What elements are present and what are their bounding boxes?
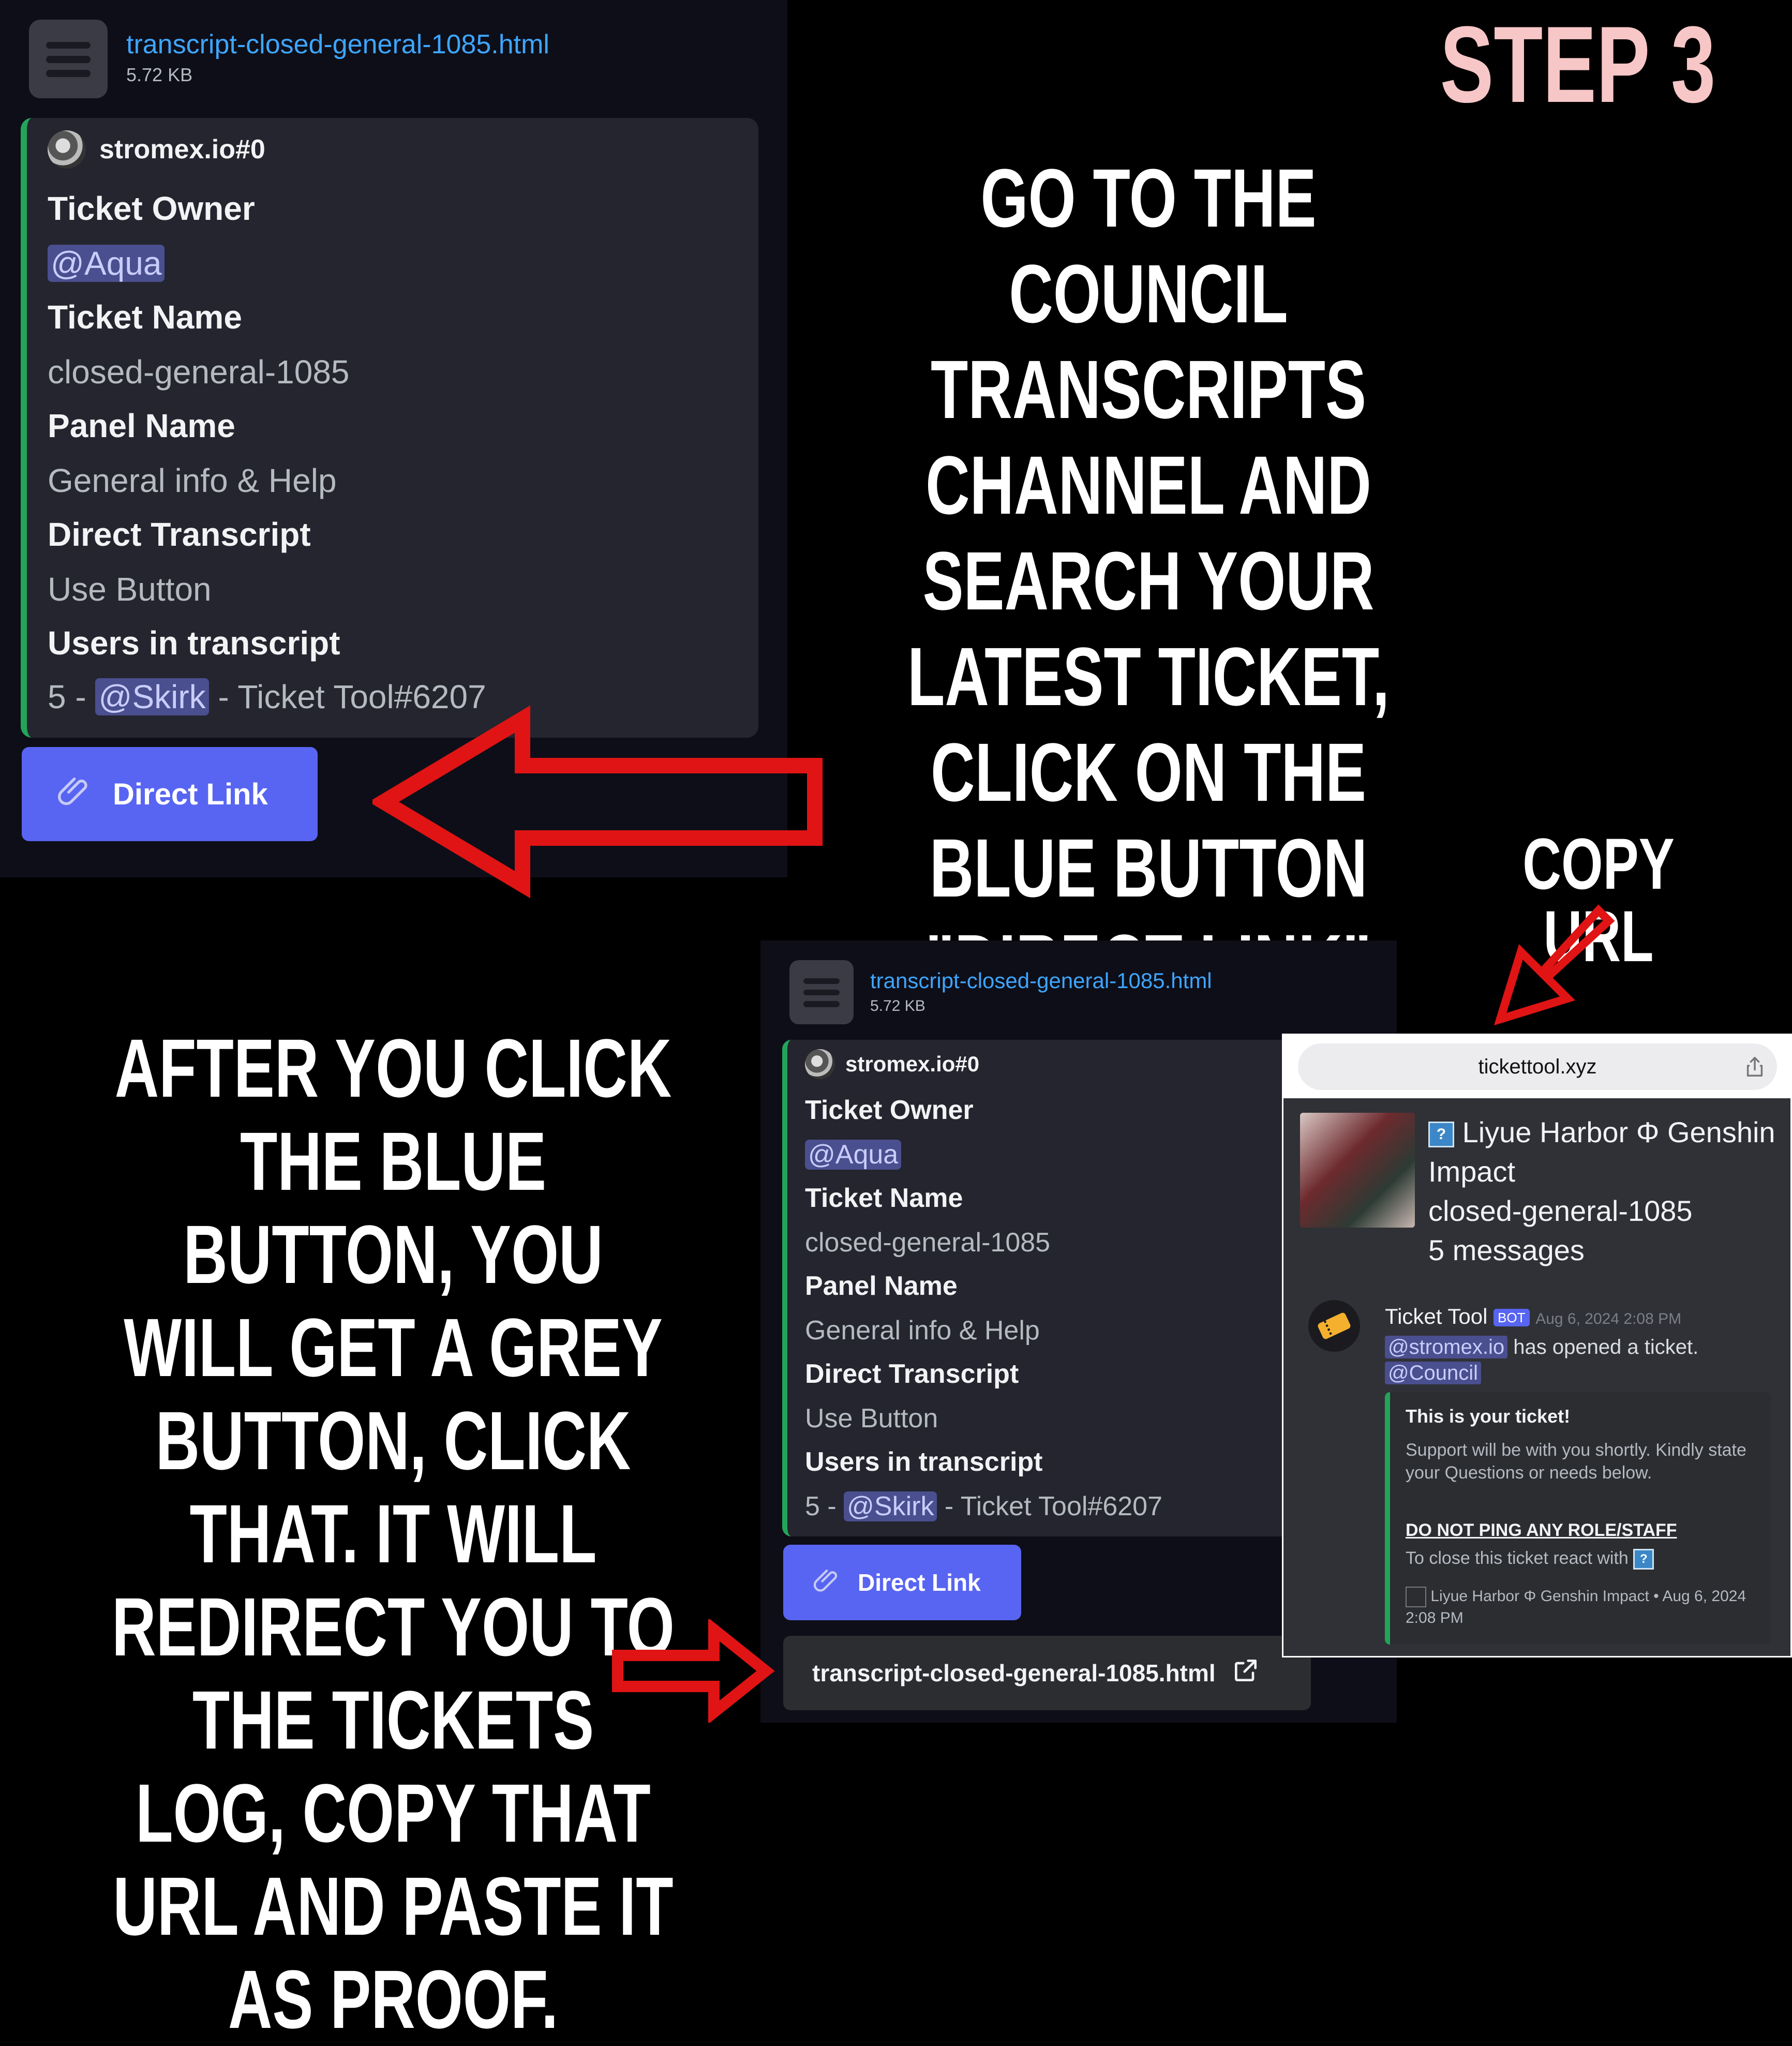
browser-window: tickettool.xyz ? Liyue Harbor Φ Genshin … [1282, 1034, 1792, 1657]
direct-link-label: Direct Link [113, 777, 268, 811]
author-name: stromex.io#0 [99, 135, 265, 165]
direct-link-label-2: Direct Link [858, 1569, 981, 1596]
attachment-file-size: 5.72 KB [126, 64, 193, 85]
mention-skirk[interactable]: @Skirk [844, 1491, 937, 1521]
mention-aqua[interactable]: @Aqua [805, 1140, 902, 1170]
paperclip-icon [811, 1563, 844, 1602]
share-icon[interactable] [1743, 1055, 1767, 1081]
mention-stromex[interactable]: @stromex.io [1385, 1336, 1508, 1358]
field-value-users-2: 5 - @Skirk - Ticket Tool#6207 [805, 1491, 1163, 1521]
author-avatar [48, 130, 86, 169]
field-name-ticket-name-2: Ticket Name [805, 1183, 963, 1213]
step-title: STEP 3 [1440, 4, 1716, 125]
url-field[interactable]: tickettool.xyz [1298, 1043, 1777, 1090]
embed-warning: DO NOT PING ANY ROLE/STAFF [1406, 1520, 1677, 1540]
field-name-direct-transcript: Direct Transcript [48, 516, 311, 553]
transcript-embed: stromex.io#0 Ticket Owner @Aqua Ticket N… [21, 118, 758, 738]
field-value-ticket-name: closed-general-1085 [48, 353, 350, 391]
attachment-file-name-2[interactable]: transcript-closed-general-1085.html [870, 968, 1212, 993]
question-square-icon: ? [1428, 1122, 1454, 1148]
bot-message-header: Ticket Tool BOT Aug 6, 2024 2:08 PM [1385, 1304, 1681, 1329]
arrow-right-icon [612, 1619, 775, 1723]
footer-text: Liyue Harbor Φ Genshin Impact • Aug 6, 2… [1406, 1588, 1746, 1627]
mention-aqua[interactable]: @Aqua [48, 245, 165, 282]
mention-council[interactable]: @Council [1385, 1362, 1482, 1384]
browser-address-bar: tickettool.xyz [1283, 1035, 1790, 1098]
field-name-panel-name-2: Panel Name [805, 1271, 958, 1301]
field-name-ticket-owner-2: Ticket Owner [805, 1095, 974, 1125]
attachment-row: transcript-closed-general-1085.html 5.72… [29, 20, 549, 98]
file-icon [789, 960, 854, 1024]
bot-badge: BOT [1494, 1309, 1530, 1327]
field-value-direct-transcript: Use Button [48, 571, 212, 608]
attachment-row-2: transcript-closed-general-1085.html 5.72… [789, 960, 1212, 1024]
embed-description: Support will be with you shortly. Kindly… [1406, 1440, 1746, 1483]
attachment-file-size-2: 5.72 KB [870, 997, 925, 1014]
message-timestamp: Aug 6, 2024 2:08 PM [1535, 1310, 1682, 1327]
instruction-text-top: GO TO THE COUNCIL TRANSCRIPTS CHANNEL AN… [907, 152, 1390, 1010]
field-name-users-2: Users in transcript [805, 1447, 1043, 1477]
ticket-icon [1318, 1312, 1351, 1339]
message-count: 5 messages [1428, 1234, 1585, 1266]
bot-message-body: @stromex.io has opened a ticket. @Counci… [1385, 1334, 1698, 1386]
embed-title: This is your ticket! [1406, 1406, 1571, 1427]
embed-footer: Liyue Harbor Φ Genshin Impact • Aug 6, 2… [1406, 1586, 1763, 1629]
field-value-panel-name: General info & Help [48, 462, 337, 499]
field-name-panel-name: Panel Name [48, 407, 235, 444]
attachment-file-name[interactable]: transcript-closed-general-1085.html [126, 29, 549, 60]
field-name-ticket-owner: Ticket Owner [48, 190, 255, 227]
field-name-users: Users in transcript [48, 624, 340, 662]
transcript-file-button[interactable]: transcript-closed-general-1085.html [783, 1636, 1311, 1710]
external-link-icon [1231, 1656, 1260, 1691]
footer-icon [1406, 1587, 1426, 1608]
ticket-name: closed-general-1085 [1428, 1194, 1693, 1227]
field-value-panel-name-2: General info & Help [805, 1316, 1040, 1346]
embed-close-hint: To close this ticket react with ? [1406, 1548, 1654, 1570]
field-value-ticket-owner-2: @Aqua [805, 1139, 902, 1170]
arrow-down-left-icon [1494, 904, 1615, 1026]
bot-avatar [1308, 1300, 1360, 1352]
server-icon [1300, 1113, 1415, 1228]
mention-skirk[interactable]: @Skirk [95, 678, 209, 715]
field-name-ticket-name: Ticket Name [48, 298, 242, 336]
direct-link-button-2[interactable]: Direct Link [783, 1545, 1021, 1620]
field-value-ticket-name-2: closed-general-1085 [805, 1228, 1051, 1258]
url-text[interactable]: tickettool.xyz [1298, 1043, 1777, 1090]
embed-author-2: stromex.io#0 [805, 1049, 979, 1079]
author-avatar [805, 1049, 835, 1079]
ticket-embed: This is your ticket! Support will be wit… [1385, 1392, 1771, 1645]
paperclip-icon [55, 770, 96, 818]
embed-author: stromex.io#0 [48, 130, 265, 169]
instruction-text-bottom: AFTER YOU CLICK THE BLUE BUTTON, YOU WIL… [112, 1022, 675, 2045]
question-square-icon: ? [1633, 1549, 1654, 1570]
bot-name: Ticket Tool [1385, 1304, 1488, 1328]
transcript-file-label: transcript-closed-general-1085.html [812, 1660, 1216, 1686]
direct-link-button[interactable]: Direct Link [22, 747, 318, 841]
file-icon [29, 20, 108, 98]
server-header: ? Liyue Harbor Φ Genshin Impact closed-g… [1428, 1113, 1780, 1270]
server-name: Liyue Harbor Φ Genshin Impact [1428, 1116, 1775, 1188]
field-name-direct-transcript-2: Direct Transcript [805, 1359, 1019, 1389]
field-value-ticket-owner: @Aqua [48, 244, 165, 282]
field-value-direct-transcript-2: Use Button [805, 1403, 938, 1433]
arrow-left-icon [372, 705, 823, 899]
